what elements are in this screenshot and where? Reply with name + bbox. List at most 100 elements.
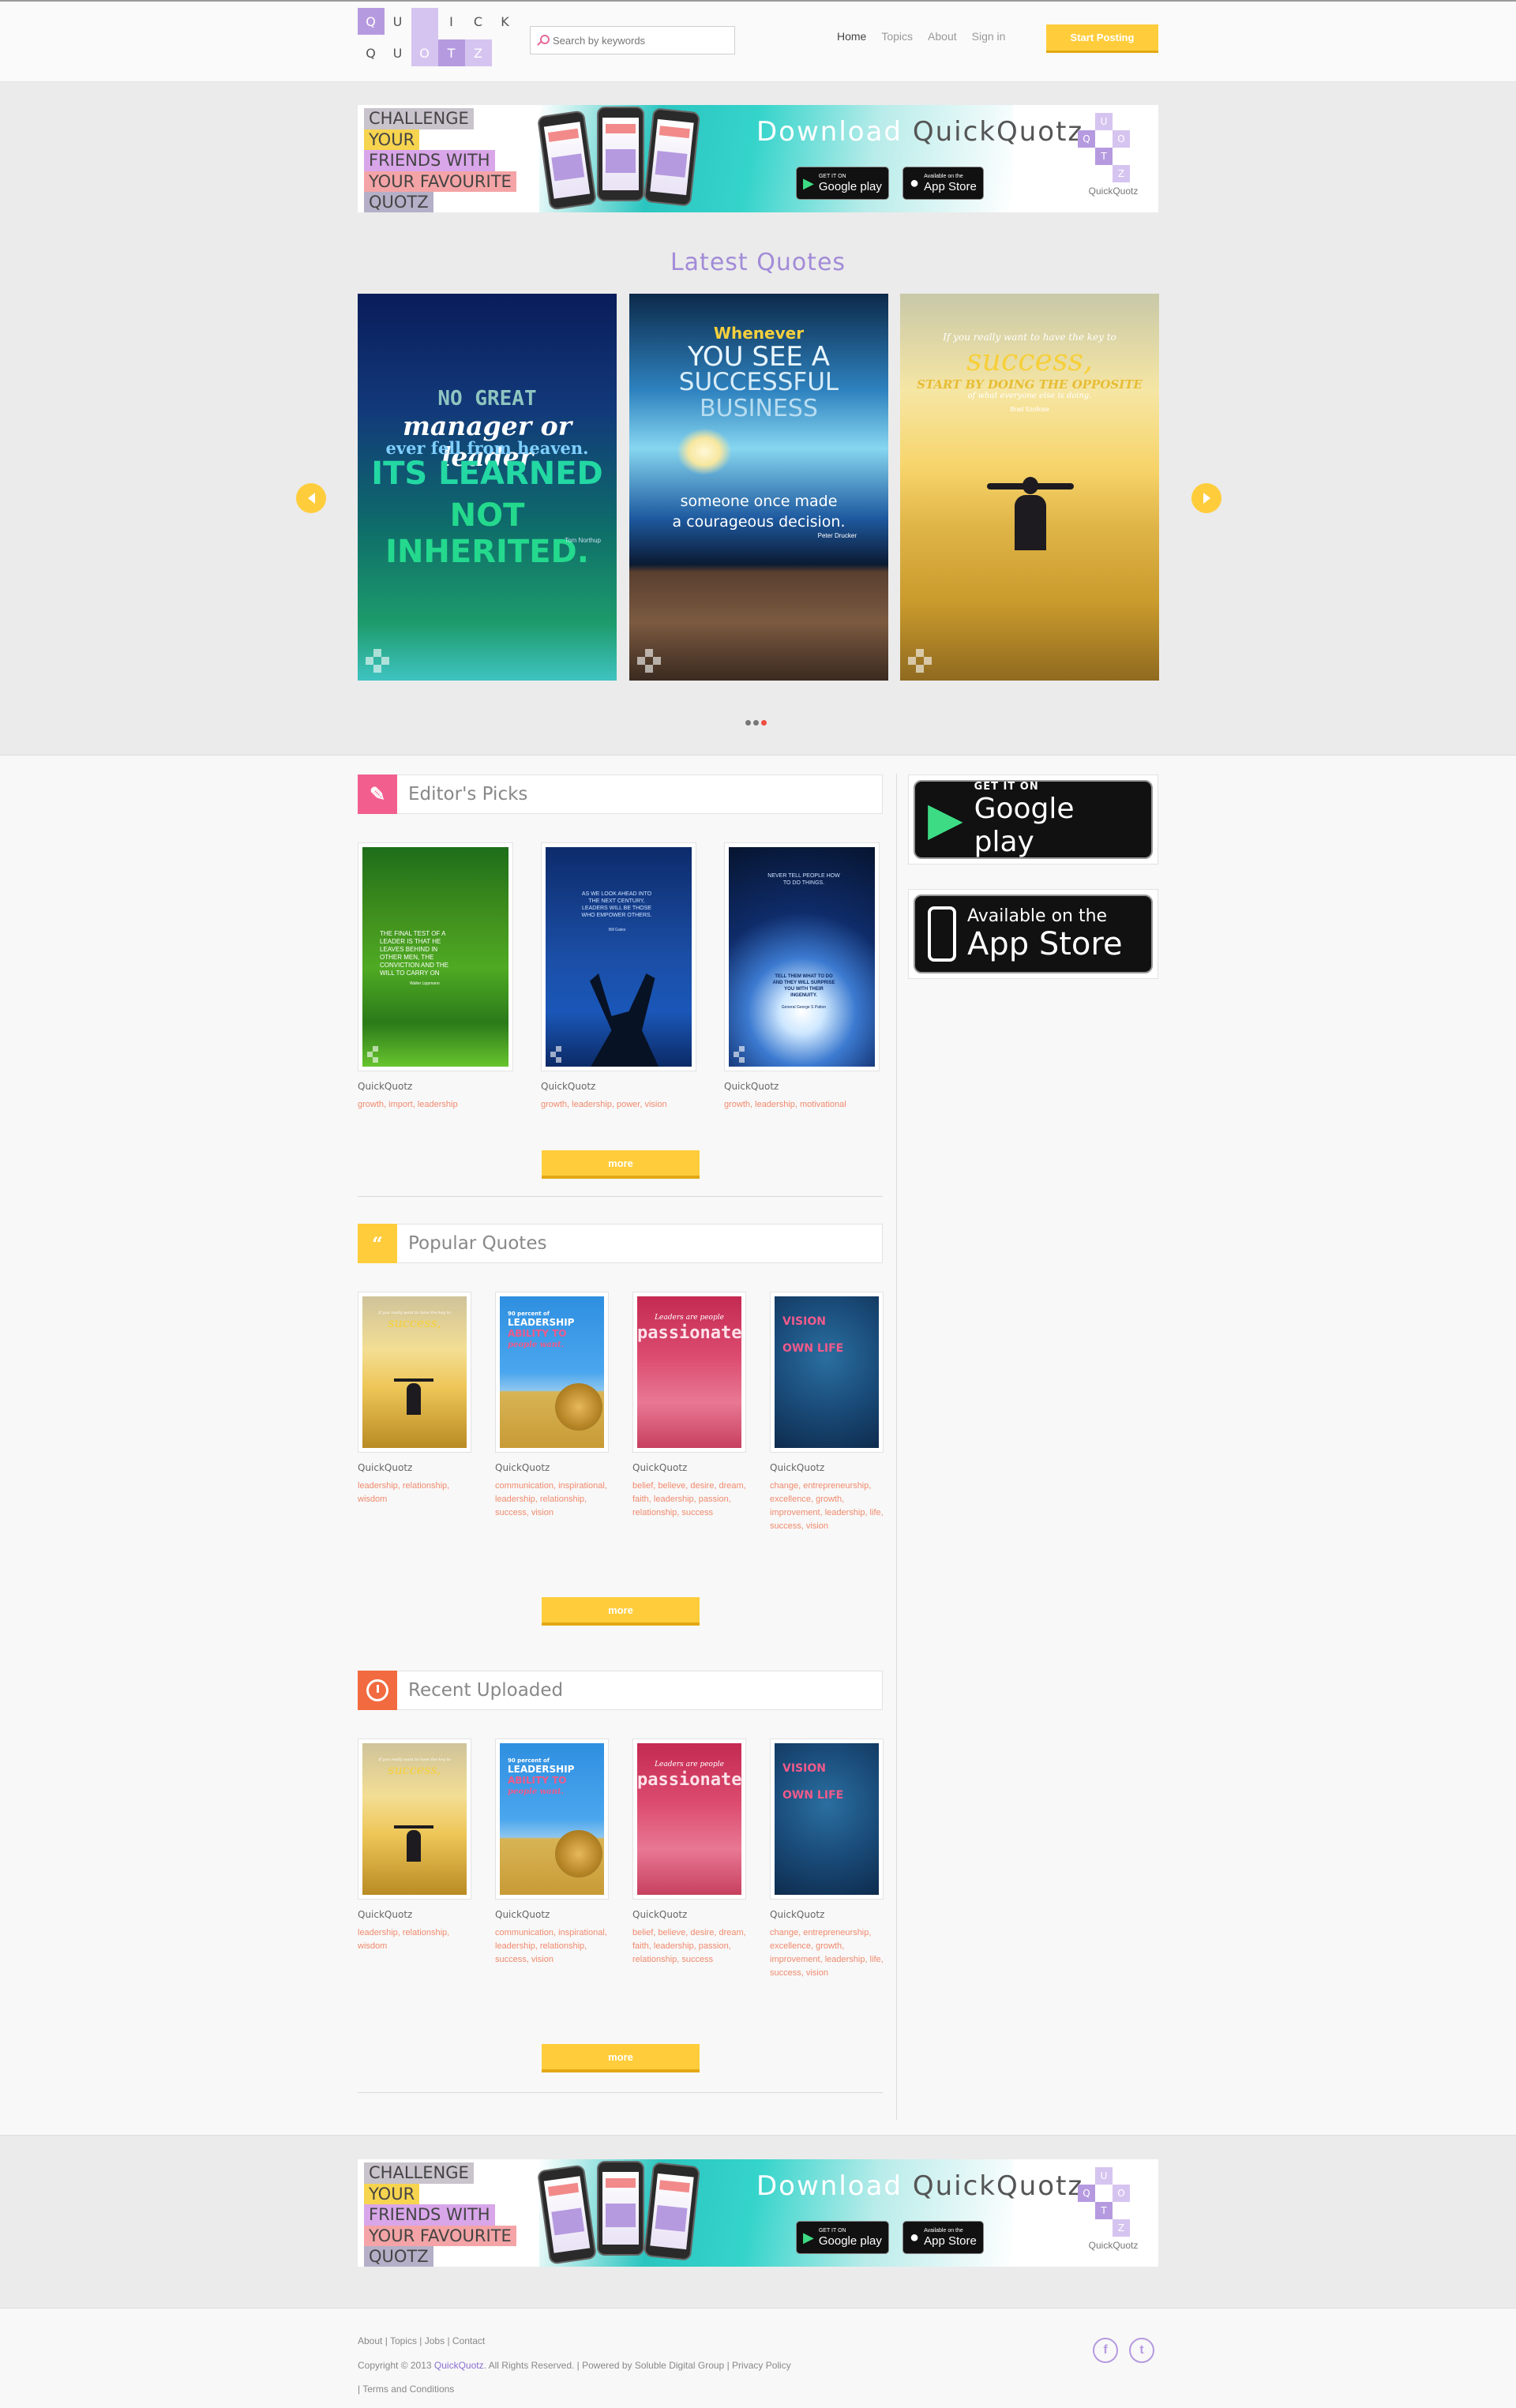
apple-icon: ● <box>910 2228 920 2246</box>
badge-big: App Store <box>967 925 1123 962</box>
card-tags[interactable]: communication, inspirational, leadership… <box>495 1926 609 1967</box>
carousel-dot[interactable] <box>745 720 751 726</box>
nav-home[interactable]: Home <box>837 30 866 43</box>
watermark-logo <box>637 649 661 673</box>
start-posting-button[interactable]: Start Posting <box>1046 24 1158 53</box>
quote-card[interactable]: VISION OWN LIFE QuickQuotz change, entre… <box>770 1738 884 1980</box>
powered-by-link[interactable]: Powered by Soluble Digital Group <box>582 2360 724 2371</box>
card-quote: NEVER TELL PEOPLE HOW TO DO THINGS. <box>767 873 840 886</box>
download-banner-bottom[interactable]: CHALLENGE YOUR FRIENDS WITH YOUR FAVOURI… <box>358 2159 1158 2267</box>
footer-about-link[interactable]: About <box>358 2335 382 2346</box>
quote-card[interactable]: Leaders are people passionately QuickQuo… <box>632 1292 746 1520</box>
quote-icon: “ <box>358 1224 397 1263</box>
search-box[interactable] <box>530 26 735 54</box>
facebook-icon[interactable]: f <box>1093 2338 1118 2363</box>
logo-letter: C <box>473 13 484 29</box>
slide-line: a courageous decision. <box>672 513 846 531</box>
card-tags[interactable]: communication, inspirational, leadership… <box>495 1480 609 1520</box>
terms-link[interactable]: Terms and Conditions <box>362 2384 454 2395</box>
privacy-policy-link[interactable]: Privacy Policy <box>732 2360 791 2371</box>
google-play-badge[interactable]: ▶ GET IT ON Google play <box>796 2221 889 2254</box>
slide-line: Whenever <box>713 324 805 343</box>
thumb-text: OWN LIFE <box>782 1342 844 1355</box>
twitter-icon[interactable]: t <box>1129 2338 1154 2363</box>
quote-card[interactable]: 90 percent of LEADERSHIP ABILITY TO peop… <box>495 1292 609 1520</box>
thumb-text: OWN LIFE <box>782 1789 844 1802</box>
card-tags[interactable]: leadership, relationship, wisdom <box>358 1926 471 1953</box>
card-tags[interactable]: growth, leadership, power, vision <box>541 1098 696 1112</box>
thumb-text: Leaders are people <box>655 1761 724 1768</box>
footer-contact-link[interactable]: Contact <box>452 2335 485 2346</box>
sidebar-google-play-badge[interactable]: ▶ GET IT ON Google play <box>908 775 1158 865</box>
logo-letter: Z <box>465 39 492 66</box>
light-glow <box>677 428 732 475</box>
quote-card[interactable]: NEVER TELL PEOPLE HOW TO DO THINGS. TELL… <box>724 842 880 1112</box>
carousel-dot[interactable] <box>761 720 767 726</box>
popular-more-button[interactable]: more <box>542 1597 700 1626</box>
download-banner-top[interactable]: CHALLENGE YOUR FRIENDS WITH YOUR FAVOURI… <box>358 105 1158 212</box>
quote-card[interactable]: AS WE LOOK AHEAD INTO THE NEXT CENTURY, … <box>541 842 696 1112</box>
quote-card[interactable]: VISION OWN LIFE QuickQuotz change, entre… <box>770 1292 884 1533</box>
badge-big: App Store <box>924 2234 977 2248</box>
slide-line: If you really want to have the key to <box>943 332 1116 343</box>
banner-logo: U Q O T Z QuickQuotz <box>1078 113 1149 197</box>
badge-small: GET IT ON <box>974 780 1039 793</box>
quote-card[interactable]: If you really want to have the key to su… <box>358 1738 471 1953</box>
site-logo[interactable]: Q U I C K Q U O T Z <box>358 8 520 74</box>
hay-bale <box>555 1383 602 1431</box>
app-store-badge[interactable]: ● Available on the App Store <box>902 167 984 200</box>
card-tags[interactable]: growth, leadership, motivational <box>724 1098 880 1112</box>
slide-line: BUSINESS <box>700 395 818 422</box>
search-input[interactable] <box>553 34 726 47</box>
nav-about[interactable]: About <box>928 30 957 43</box>
quote-card[interactable]: Leaders are people passionately QuickQuo… <box>632 1738 746 1967</box>
header <box>0 2 1516 82</box>
slide-author: Peter Drucker <box>817 532 857 539</box>
download-word: Download <box>756 2170 903 2202</box>
copyright-brand[interactable]: QuickQuotz <box>434 2360 484 2371</box>
recent-more-button[interactable]: more <box>542 2044 700 2072</box>
person-silhouette <box>407 1830 421 1862</box>
card-tags[interactable]: change, entrepreneurship, excellence, gr… <box>770 1926 884 1980</box>
logo-letter: K <box>501 13 510 29</box>
quote-card[interactable]: If you really want to have the key to su… <box>358 1292 471 1506</box>
thumb-text: VISION <box>782 1762 826 1775</box>
card-tags[interactable]: change, entrepreneurship, excellence, gr… <box>770 1480 884 1533</box>
card-tags[interactable]: growth, import, leadership <box>358 1098 513 1112</box>
sidebar-app-store-badge[interactable]: Available on the App Store <box>908 889 1158 979</box>
carousel-prev-button[interactable] <box>296 483 326 513</box>
footer-terms: | Terms and Conditions <box>358 2384 455 2395</box>
rights-text: . All Rights Reserved. <box>483 2360 575 2371</box>
footer-links: About | Topics | Jobs | Contact <box>358 2335 486 2346</box>
editors-more-button[interactable]: more <box>542 1150 700 1179</box>
google-play-badge[interactable]: ▶ GET IT ON Google play <box>796 167 889 200</box>
main-nav: Home Topics About Sign in <box>837 30 1020 43</box>
google-play-icon: ▶ <box>928 793 963 845</box>
watermark-logo <box>908 649 932 673</box>
watermark-logo <box>366 649 389 673</box>
thumb-text: success, <box>388 1762 441 1777</box>
footer-topics-link[interactable]: Topics <box>390 2335 417 2346</box>
download-title: Download QuickQuotz <box>756 2170 1083 2202</box>
latest-quote-slide[interactable]: NO GREAT manager or leader ever fell fro… <box>358 294 617 681</box>
nav-signin[interactable]: Sign in <box>972 30 1006 43</box>
person-silhouette <box>590 973 659 1067</box>
latest-quote-slide[interactable]: Whenever YOU SEE A SUCCESSFUL BUSINESS s… <box>629 294 888 681</box>
card-brand: QuickQuotz <box>358 1909 413 1920</box>
divider <box>358 1196 883 1197</box>
card-tags[interactable]: belief, believe, desire, dream, faith, l… <box>632 1926 746 1967</box>
nav-topics[interactable]: Topics <box>881 30 913 43</box>
app-store-badge[interactable]: ● Available on the App Store <box>902 2221 984 2254</box>
footer-jobs-link[interactable]: Jobs <box>425 2335 445 2346</box>
latest-quote-slide[interactable]: If you really want to have the key to su… <box>900 294 1159 681</box>
quote-card[interactable]: 90 percent of LEADERSHIP ABILITY TO peop… <box>495 1738 609 1967</box>
card-brand: QuickQuotz <box>495 1462 550 1473</box>
card-tags[interactable]: leadership, relationship, wisdom <box>358 1480 471 1506</box>
carousel-next-button[interactable] <box>1191 483 1221 513</box>
thumb-text: passionately <box>637 1770 741 1790</box>
slide-line: of what everyone else is doing. <box>967 392 1092 400</box>
logo-letter: T <box>438 39 465 66</box>
quote-card[interactable]: THE FINAL TEST OF A LEADER IS THAT HE LE… <box>358 842 513 1112</box>
card-tags[interactable]: belief, believe, desire, dream, faith, l… <box>632 1480 746 1520</box>
carousel-dot[interactable] <box>753 720 759 726</box>
